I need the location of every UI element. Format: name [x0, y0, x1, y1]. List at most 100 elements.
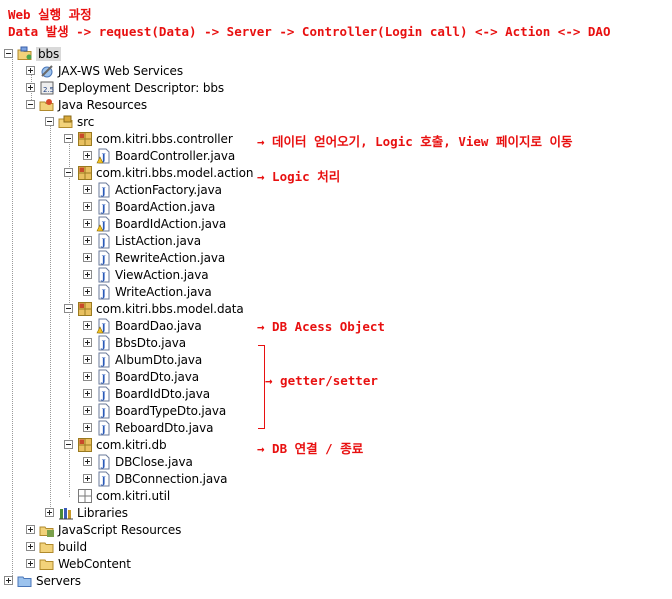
expand-toggle[interactable]: [83, 270, 92, 279]
collapse-toggle[interactable]: [4, 49, 13, 58]
tree-node-file[interactable]: WriteAction.java: [83, 283, 212, 300]
tree-node-file[interactable]: BoardAction.java: [83, 198, 215, 215]
tree-node-jaxws[interactable]: JAX-WS Web Services: [26, 62, 183, 79]
tree-node-file[interactable]: BoardTypeDto.java: [83, 402, 226, 419]
java-file-icon: [96, 369, 112, 385]
expand-toggle[interactable]: [26, 559, 35, 568]
tree-node-package-db[interactable]: com.kitri.db: [64, 436, 167, 453]
tree-node-file[interactable]: BoardDao.java: [83, 317, 202, 334]
tree-node-build[interactable]: build: [26, 538, 87, 555]
tree-node-libraries[interactable]: Libraries: [45, 504, 128, 521]
java-file-warning-icon: [96, 216, 112, 232]
annotation-dto: → getter/setter: [265, 373, 378, 388]
expand-toggle[interactable]: [83, 151, 92, 160]
tree-node-javascript-resources[interactable]: JavaScript Resources: [26, 521, 181, 538]
expand-toggle[interactable]: [83, 372, 92, 381]
java-file-icon: [96, 233, 112, 249]
tree-label: bbs: [36, 46, 62, 61]
expand-toggle[interactable]: [83, 474, 92, 483]
tree-label: build: [58, 539, 88, 554]
expand-toggle[interactable]: [83, 389, 92, 398]
javascript-resources-icon: [39, 522, 55, 538]
expand-toggle[interactable]: [83, 355, 92, 364]
tree-label: BoardIdAction.java: [115, 216, 227, 231]
header-line-2: Data 발생 -> request(Data) -> Server -> Co…: [8, 24, 611, 39]
tree-node-deployment-descriptor[interactable]: Deployment Descriptor: bbs: [26, 79, 224, 96]
folder-icon: [39, 539, 55, 555]
package-icon: [77, 131, 93, 147]
tree-label: BoardController.java: [115, 148, 236, 163]
tree-node-package-controller[interactable]: com.kitri.bbs.controller: [64, 130, 233, 147]
tree-label: com.kitri.bbs.controller: [96, 131, 233, 146]
java-file-icon: [96, 182, 112, 198]
tree-label: Libraries: [77, 505, 128, 520]
tree-node-file[interactable]: AlbumDto.java: [83, 351, 202, 368]
collapse-toggle[interactable]: [64, 168, 73, 177]
expand-toggle[interactable]: [26, 525, 35, 534]
expand-toggle[interactable]: [45, 508, 54, 517]
expand-toggle[interactable]: [83, 457, 92, 466]
annotation-dao: → DB Acess Object: [257, 319, 385, 334]
tree-node-java-resources[interactable]: Java Resources: [26, 96, 147, 113]
expand-toggle[interactable]: [83, 406, 92, 415]
java-file-warning-icon: [96, 148, 112, 164]
expand-toggle[interactable]: [83, 202, 92, 211]
tree-label: ActionFactory.java: [115, 182, 222, 197]
expand-toggle[interactable]: [4, 576, 13, 585]
tree-node-file[interactable]: RewriteAction.java: [83, 249, 225, 266]
package-icon: [77, 165, 93, 181]
tree-node-file[interactable]: BoardDto.java: [83, 368, 199, 385]
expand-toggle[interactable]: [83, 287, 92, 296]
java-file-icon: [96, 199, 112, 215]
deployment-descriptor-icon: [39, 80, 55, 96]
expand-toggle[interactable]: [26, 83, 35, 92]
tree-node-file[interactable]: ActionFactory.java: [83, 181, 222, 198]
collapse-toggle[interactable]: [64, 440, 73, 449]
tree-node-src[interactable]: src: [45, 113, 94, 130]
tree-node-package-util[interactable]: com.kitri.util: [64, 487, 170, 504]
tree-node-bbs[interactable]: bbs: [4, 45, 62, 62]
expand-toggle[interactable]: [83, 185, 92, 194]
tree-node-file[interactable]: ReboardDto.java: [83, 419, 213, 436]
expand-toggle[interactable]: [83, 219, 92, 228]
tree-label: com.kitri.bbs.model.action: [96, 165, 254, 180]
tree-node-servers[interactable]: Servers: [4, 572, 81, 589]
tree-label: DBClose.java: [115, 454, 193, 469]
annotation-action: → Logic 처리: [257, 169, 341, 184]
collapse-toggle[interactable]: [45, 117, 54, 126]
tree-node-file[interactable]: BoardIdAction.java: [83, 215, 226, 232]
tree-node-file[interactable]: BoardIdDto.java: [83, 385, 210, 402]
tree-node-file[interactable]: ListAction.java: [83, 232, 201, 249]
tree-label: WebContent: [58, 556, 131, 571]
collapse-toggle[interactable]: [26, 100, 35, 109]
tree-node-file[interactable]: BbsDto.java: [83, 334, 186, 351]
tree-node-file[interactable]: DBClose.java: [83, 453, 193, 470]
expand-toggle[interactable]: [83, 423, 92, 432]
tree-node-file[interactable]: DBConnection.java: [83, 470, 228, 487]
expand-toggle[interactable]: [83, 253, 92, 262]
expand-toggle[interactable]: [83, 338, 92, 347]
tree-label: ViewAction.java: [115, 267, 209, 282]
web-services-icon: [39, 63, 55, 79]
expand-toggle[interactable]: [83, 321, 92, 330]
tree-label: BoardAction.java: [115, 199, 216, 214]
tree-node-file[interactable]: BoardController.java: [83, 147, 235, 164]
tree-node-package-action[interactable]: com.kitri.bbs.model.action: [64, 164, 253, 181]
tree-label: BoardIdDto.java: [115, 386, 210, 401]
collapse-toggle[interactable]: [64, 304, 73, 313]
tree-label: DBConnection.java: [115, 471, 228, 486]
collapse-toggle[interactable]: [64, 134, 73, 143]
java-file-icon: [96, 420, 112, 436]
tree-node-file[interactable]: ViewAction.java: [83, 266, 209, 283]
expand-toggle[interactable]: [83, 236, 92, 245]
tree-label: BoardDto.java: [115, 369, 200, 384]
tree-node-webcontent[interactable]: WebContent: [26, 555, 131, 572]
tree-node-package-data[interactable]: com.kitri.bbs.model.data: [64, 300, 244, 317]
tree-label: Deployment Descriptor: bbs: [58, 80, 225, 95]
package-icon: [77, 301, 93, 317]
tree-label: JavaScript Resources: [58, 522, 182, 537]
tree-label: ListAction.java: [115, 233, 202, 248]
expand-toggle[interactable]: [26, 66, 35, 75]
java-resources-icon: [39, 97, 55, 113]
expand-toggle[interactable]: [26, 542, 35, 551]
